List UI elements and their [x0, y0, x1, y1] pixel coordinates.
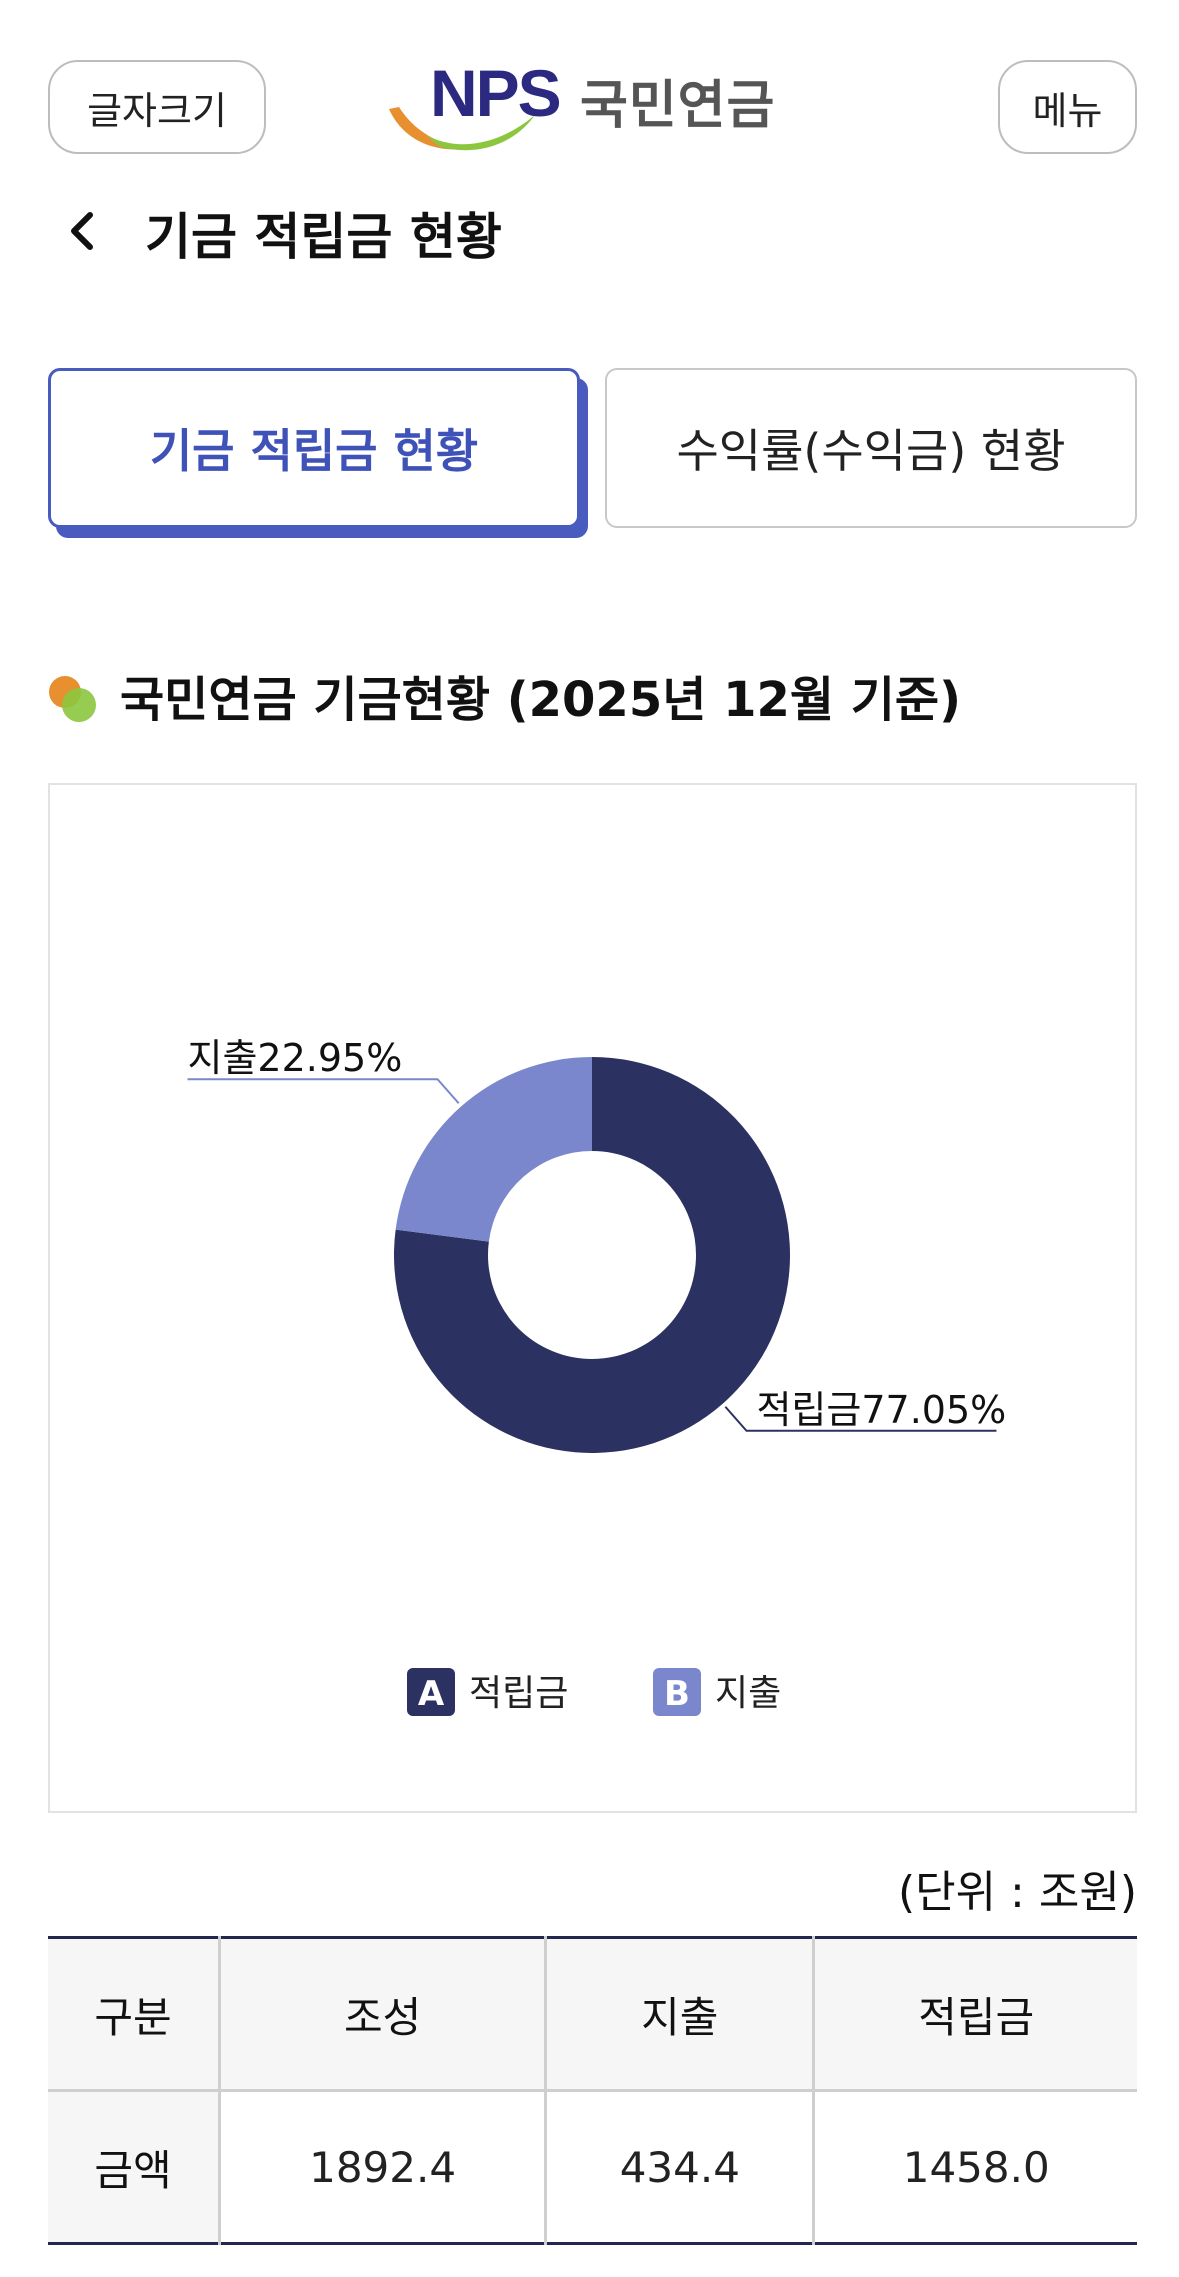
table-cell: 434.4	[545, 2090, 816, 2244]
section-bullet-icon	[49, 676, 96, 722]
table-cell: 1892.4	[219, 2090, 548, 2244]
fund-table: 구분 조성 지출 적립금 금액 1892.4 434.4 1458.0	[48, 1936, 1137, 2245]
table-header-cell: 적립금	[813, 1937, 1137, 2092]
donut-chart: 적립금77.05% 지출22.95% A 적립금 B 지출	[187, 1036, 1006, 1716]
table-header-cell: 조성	[219, 1937, 548, 2092]
legend-label: 지출	[715, 1673, 781, 1714]
data-label: 적립금77.05%	[756, 1388, 1006, 1432]
logo-korean-text: 국민연금	[580, 76, 776, 136]
table-row: 금액 1892.4 434.4 1458.0	[48, 2090, 1137, 2244]
unit-label: (단위 : 조원)	[897, 1867, 1137, 1918]
legend-label: 적립금	[469, 1673, 568, 1714]
legend-badge: B	[664, 1674, 690, 1714]
tab-fund-reserve[interactable]: 기금 적립금 현황	[48, 368, 580, 528]
table-header-cell: 구분	[48, 1937, 221, 2092]
logo-wordmark: NPS	[430, 56, 562, 130]
table-cell: 1458.0	[813, 2090, 1137, 2244]
back-arrow-icon[interactable]	[62, 205, 102, 257]
legend-item[interactable]: A 적립금	[407, 1668, 568, 1716]
donut-slice-expense[interactable]	[395, 1057, 592, 1242]
font-size-button[interactable]: 글자크기	[48, 60, 266, 154]
legend-badge: A	[418, 1674, 445, 1714]
table-header-row: 구분 조성 지출 적립금	[48, 1937, 1137, 2092]
page-title: 기금 적립금 현황	[145, 208, 502, 266]
section-title: 국민연금 기금현황 (2025년 12월 기준)	[120, 672, 962, 728]
menu-button[interactable]: 메뉴	[998, 60, 1137, 154]
data-label: 지출22.95%	[188, 1036, 403, 1080]
legend-item[interactable]: B 지출	[653, 1668, 781, 1716]
chart-container: 적립금77.05% 지출22.95% A 적립금 B 지출	[48, 783, 1137, 1813]
nps-logo[interactable]: NPS 국민연금	[385, 55, 805, 155]
table-header-cell: 지출	[545, 1937, 816, 2092]
label-leader-line	[187, 1078, 460, 1104]
tab-return-rate[interactable]: 수익률(수익금) 현황	[605, 368, 1137, 528]
table-cell: 금액	[48, 2090, 221, 2244]
